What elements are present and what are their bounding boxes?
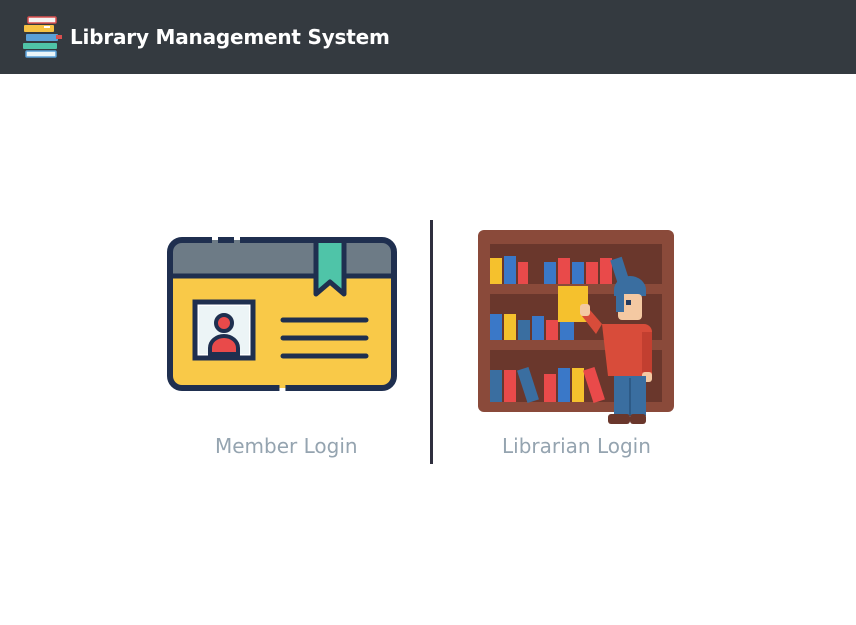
librarian-bookshelf-icon <box>478 230 674 424</box>
librarian-login-link[interactable]: Librarian Login <box>470 224 680 474</box>
member-id-card-icon <box>167 237 397 391</box>
books-stack-icon <box>23 16 62 58</box>
app-title: Library Management System <box>70 25 390 49</box>
brand-home-link[interactable]: Library Management System <box>20 14 390 60</box>
vertical-divider <box>430 220 433 464</box>
top-navbar: Library Management System <box>0 0 856 74</box>
member-login-link[interactable]: Member Login <box>160 224 410 474</box>
login-options-area: Member Login Librarian Login <box>0 74 856 625</box>
librarian-login-label: Librarian Login <box>502 434 651 458</box>
member-login-label: Member Login <box>215 434 358 458</box>
